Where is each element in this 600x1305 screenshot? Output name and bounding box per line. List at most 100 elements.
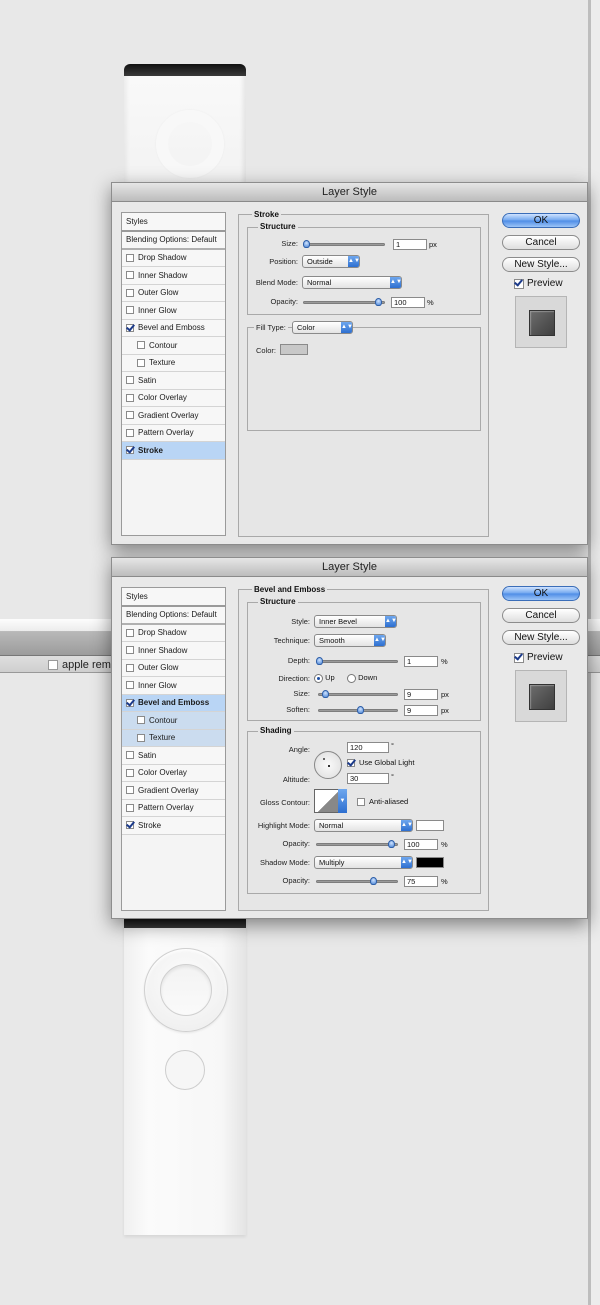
checkbox-icon[interactable]: [126, 271, 134, 280]
style-inner-shadow[interactable]: Inner Shadow: [122, 642, 225, 660]
style-outer-glow[interactable]: Outer Glow: [122, 659, 225, 677]
new-style-button[interactable]: New Style...: [502, 630, 580, 645]
checkbox-checked-icon[interactable]: [126, 821, 134, 830]
highlight-opacity-input[interactable]: 100: [404, 839, 438, 850]
size-input[interactable]: 9: [404, 689, 438, 700]
cancel-button[interactable]: Cancel: [502, 235, 580, 250]
style-contour[interactable]: Contour: [122, 337, 225, 355]
checkbox-icon[interactable]: [126, 646, 134, 655]
angle-dial[interactable]: [314, 751, 342, 779]
blending-options[interactable]: Blending Options: Default: [122, 607, 225, 625]
bevel-style-select[interactable]: Inner Bevel ▲▼: [314, 615, 397, 628]
fill-type-select[interactable]: Color ▲▼: [292, 321, 353, 334]
ok-button[interactable]: OK: [502, 213, 580, 228]
style-bevel-emboss[interactable]: Bevel and Emboss: [122, 694, 225, 712]
checkbox-icon[interactable]: [126, 253, 134, 262]
style-pattern-overlay[interactable]: Pattern Overlay: [122, 424, 225, 442]
soften-slider[interactable]: [318, 706, 398, 714]
style-gradient-overlay[interactable]: Gradient Overlay: [122, 782, 225, 800]
size-slider-thumb[interactable]: [303, 240, 310, 248]
depth-slider-thumb[interactable]: [316, 657, 323, 665]
style-bevel-emboss[interactable]: Bevel and Emboss: [122, 319, 225, 337]
checkbox-icon[interactable]: [126, 803, 134, 812]
highlight-mode-select[interactable]: Normal ▲▼: [314, 819, 413, 832]
checkbox-icon[interactable]: [357, 797, 365, 806]
blending-options[interactable]: Blending Options: Default: [122, 232, 225, 250]
style-inner-glow[interactable]: Inner Glow: [122, 302, 225, 320]
highlight-color-swatch[interactable]: [416, 820, 444, 831]
cancel-button[interactable]: Cancel: [502, 608, 580, 623]
style-stroke[interactable]: Stroke: [122, 442, 225, 460]
checkbox-icon[interactable]: [126, 768, 134, 777]
size-input[interactable]: 1: [393, 239, 427, 250]
checkbox-icon[interactable]: [126, 411, 134, 420]
style-satin[interactable]: Satin: [122, 747, 225, 765]
checkbox-checked-icon[interactable]: [126, 323, 134, 332]
checkbox-icon[interactable]: [137, 358, 145, 367]
direction-down[interactable]: Down: [347, 673, 377, 683]
style-stroke[interactable]: Stroke: [122, 817, 225, 835]
style-drop-shadow[interactable]: Drop Shadow: [122, 249, 225, 267]
blend-mode-select[interactable]: Normal ▲▼: [302, 276, 402, 289]
checkbox-checked-icon[interactable]: [126, 698, 134, 707]
angle-input[interactable]: 120: [347, 742, 389, 753]
soften-input[interactable]: 9: [404, 705, 438, 716]
size-slider[interactable]: [303, 240, 385, 248]
depth-slider[interactable]: [316, 657, 398, 665]
use-global-light-checkbox[interactable]: Use Global Light: [347, 758, 414, 767]
checkbox-checked-icon[interactable]: [347, 758, 355, 767]
altitude-input[interactable]: 30: [347, 773, 389, 784]
style-inner-shadow[interactable]: Inner Shadow: [122, 267, 225, 285]
radio-selected-icon[interactable]: [314, 673, 323, 683]
shadow-mode-select[interactable]: Multiply ▲▼: [314, 856, 413, 869]
checkbox-checked-icon[interactable]: [514, 652, 524, 663]
stroke-color-swatch[interactable]: [280, 344, 308, 355]
shadow-opacity-input[interactable]: 75: [404, 876, 438, 887]
checkbox-icon[interactable]: [126, 751, 134, 760]
checkbox-icon[interactable]: [126, 663, 134, 672]
style-contour[interactable]: Contour: [122, 712, 225, 730]
shadow-color-swatch[interactable]: [416, 857, 444, 868]
preview-checkbox[interactable]: Preview: [514, 278, 563, 289]
ok-button[interactable]: OK: [502, 586, 580, 601]
style-satin[interactable]: Satin: [122, 372, 225, 390]
anti-aliased-checkbox[interactable]: Anti-aliased: [357, 797, 408, 806]
position-select[interactable]: Outside ▲▼: [302, 255, 360, 268]
preview-checkbox[interactable]: Preview: [514, 652, 563, 663]
opacity-input[interactable]: 100: [391, 297, 425, 308]
style-color-overlay[interactable]: Color Overlay: [122, 389, 225, 407]
checkbox-icon[interactable]: [126, 428, 134, 437]
style-color-overlay[interactable]: Color Overlay: [122, 764, 225, 782]
opacity-slider-thumb[interactable]: [375, 298, 382, 306]
checkbox-checked-icon[interactable]: [126, 446, 134, 455]
shadow-opacity-thumb[interactable]: [370, 877, 377, 885]
checkbox-checked-icon[interactable]: [514, 278, 524, 289]
depth-input[interactable]: 1: [404, 656, 438, 667]
style-outer-glow[interactable]: Outer Glow: [122, 284, 225, 302]
checkbox-icon[interactable]: [126, 786, 134, 795]
radio-icon[interactable]: [347, 673, 356, 683]
style-drop-shadow[interactable]: Drop Shadow: [122, 624, 225, 642]
checkbox-icon[interactable]: [126, 681, 134, 690]
shadow-opacity-slider[interactable]: [316, 877, 398, 885]
checkbox-icon[interactable]: [126, 306, 134, 315]
new-style-button[interactable]: New Style...: [502, 257, 580, 272]
soften-slider-thumb[interactable]: [356, 706, 364, 714]
style-inner-glow[interactable]: Inner Glow: [122, 677, 225, 695]
style-gradient-overlay[interactable]: Gradient Overlay: [122, 407, 225, 425]
checkbox-icon[interactable]: [137, 341, 145, 350]
bg-document-tab[interactable]: apple rem: [48, 658, 111, 671]
checkbox-icon[interactable]: [137, 716, 145, 725]
opacity-slider[interactable]: [303, 298, 385, 306]
size-slider[interactable]: [318, 690, 398, 698]
direction-up[interactable]: Up: [314, 673, 335, 683]
style-texture[interactable]: Texture: [122, 729, 225, 747]
checkbox-icon[interactable]: [126, 376, 134, 385]
style-texture[interactable]: Texture: [122, 354, 225, 372]
styles-header[interactable]: Styles: [122, 213, 225, 232]
style-pattern-overlay[interactable]: Pattern Overlay: [122, 799, 225, 817]
checkbox-icon[interactable]: [126, 393, 134, 402]
chevron-down-icon[interactable]: ▼: [338, 789, 347, 813]
checkbox-icon[interactable]: [126, 628, 134, 637]
styles-header[interactable]: Styles: [122, 588, 225, 607]
